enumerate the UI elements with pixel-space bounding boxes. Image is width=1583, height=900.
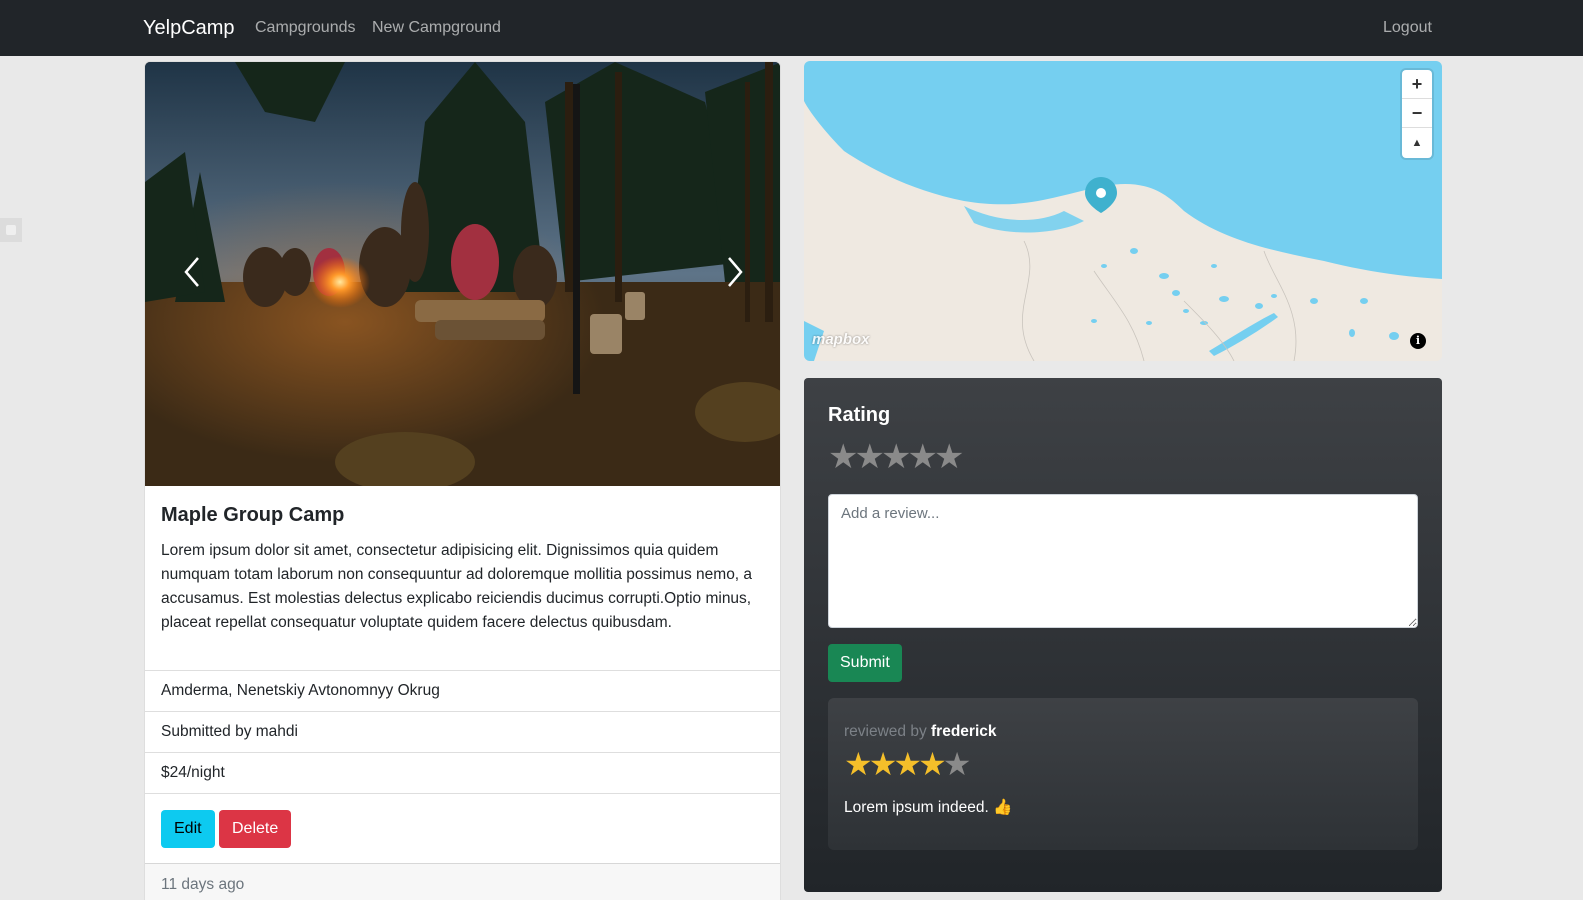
edit-button[interactable]: Edit <box>161 810 215 848</box>
mapbox-attribution-logo[interactable]: mapbox <box>812 331 870 348</box>
star-icon[interactable]: ★ <box>934 440 964 474</box>
submit-review-button[interactable]: Submit <box>828 644 902 682</box>
campground-map[interactable]: + − ▲ mapbox i <box>804 61 1442 361</box>
chevron-right-icon <box>728 257 743 287</box>
carousel-prev-button[interactable] <box>162 242 222 302</box>
map-canvas[interactable] <box>804 61 1442 361</box>
card-actions: Edit Delete <box>145 793 780 863</box>
brand-logo[interactable]: YelpCamp <box>143 17 235 40</box>
campground-author: Submitted by mahdi <box>145 711 780 752</box>
review-textarea[interactable] <box>828 494 1418 628</box>
top-navbar: YelpCamp Campgrounds New Campground Logo… <box>0 0 1583 56</box>
campground-price: $24/night <box>145 752 780 793</box>
review-author: frederick <box>931 723 997 740</box>
nav-link-campgrounds[interactable]: Campgrounds <box>255 19 356 37</box>
delete-button[interactable]: Delete <box>219 810 292 848</box>
review-rating: ★ ★ ★ ★ ★ <box>844 748 971 780</box>
campground-card: Maple Group Camp Lorem ipsum dolor sit a… <box>144 61 781 900</box>
campfire-photo <box>145 62 780 486</box>
zoom-out-button[interactable]: − <box>1402 99 1432 128</box>
rating-input[interactable]: ★ ★ ★ ★ ★ <box>828 440 964 474</box>
carousel-next-button[interactable] <box>705 242 765 302</box>
compass-button[interactable]: ▲ <box>1402 128 1432 157</box>
card-footer-timestamp: 11 days ago <box>145 863 780 900</box>
campground-description: Lorem ipsum dolor sit amet, consectetur … <box>161 542 753 631</box>
zoom-in-button[interactable]: + <box>1402 70 1432 99</box>
nav-link-logout[interactable]: Logout <box>1383 19 1432 37</box>
review-card: reviewed by frederick ★ ★ ★ ★ ★ Lorem ip… <box>828 698 1418 850</box>
chevron-left-icon <box>184 257 199 287</box>
nav-link-new-campground[interactable]: New Campground <box>372 19 501 37</box>
review-meta: reviewed by frederick <box>844 723 997 741</box>
image-carousel <box>145 62 780 486</box>
campground-location: Amderma, Nenetskiy Avtonomnyy Okrug <box>145 670 780 711</box>
rating-heading: Rating <box>828 404 891 426</box>
card-body: Maple Group Camp Lorem ipsum dolor sit a… <box>145 486 780 670</box>
campground-title: Maple Group Camp <box>161 504 345 526</box>
review-panel: Rating ★ ★ ★ ★ ★ Submit reviewed by fred… <box>804 378 1442 892</box>
review-prefix: reviewed by <box>844 723 932 740</box>
side-tab-handle[interactable] <box>0 218 22 242</box>
review-text: Lorem ipsum indeed. 👍 <box>844 799 1013 816</box>
map-zoom-controls: + − ▲ <box>1402 70 1432 158</box>
star-icon: ★ <box>942 746 972 782</box>
info-icon[interactable]: i <box>1410 333 1426 349</box>
